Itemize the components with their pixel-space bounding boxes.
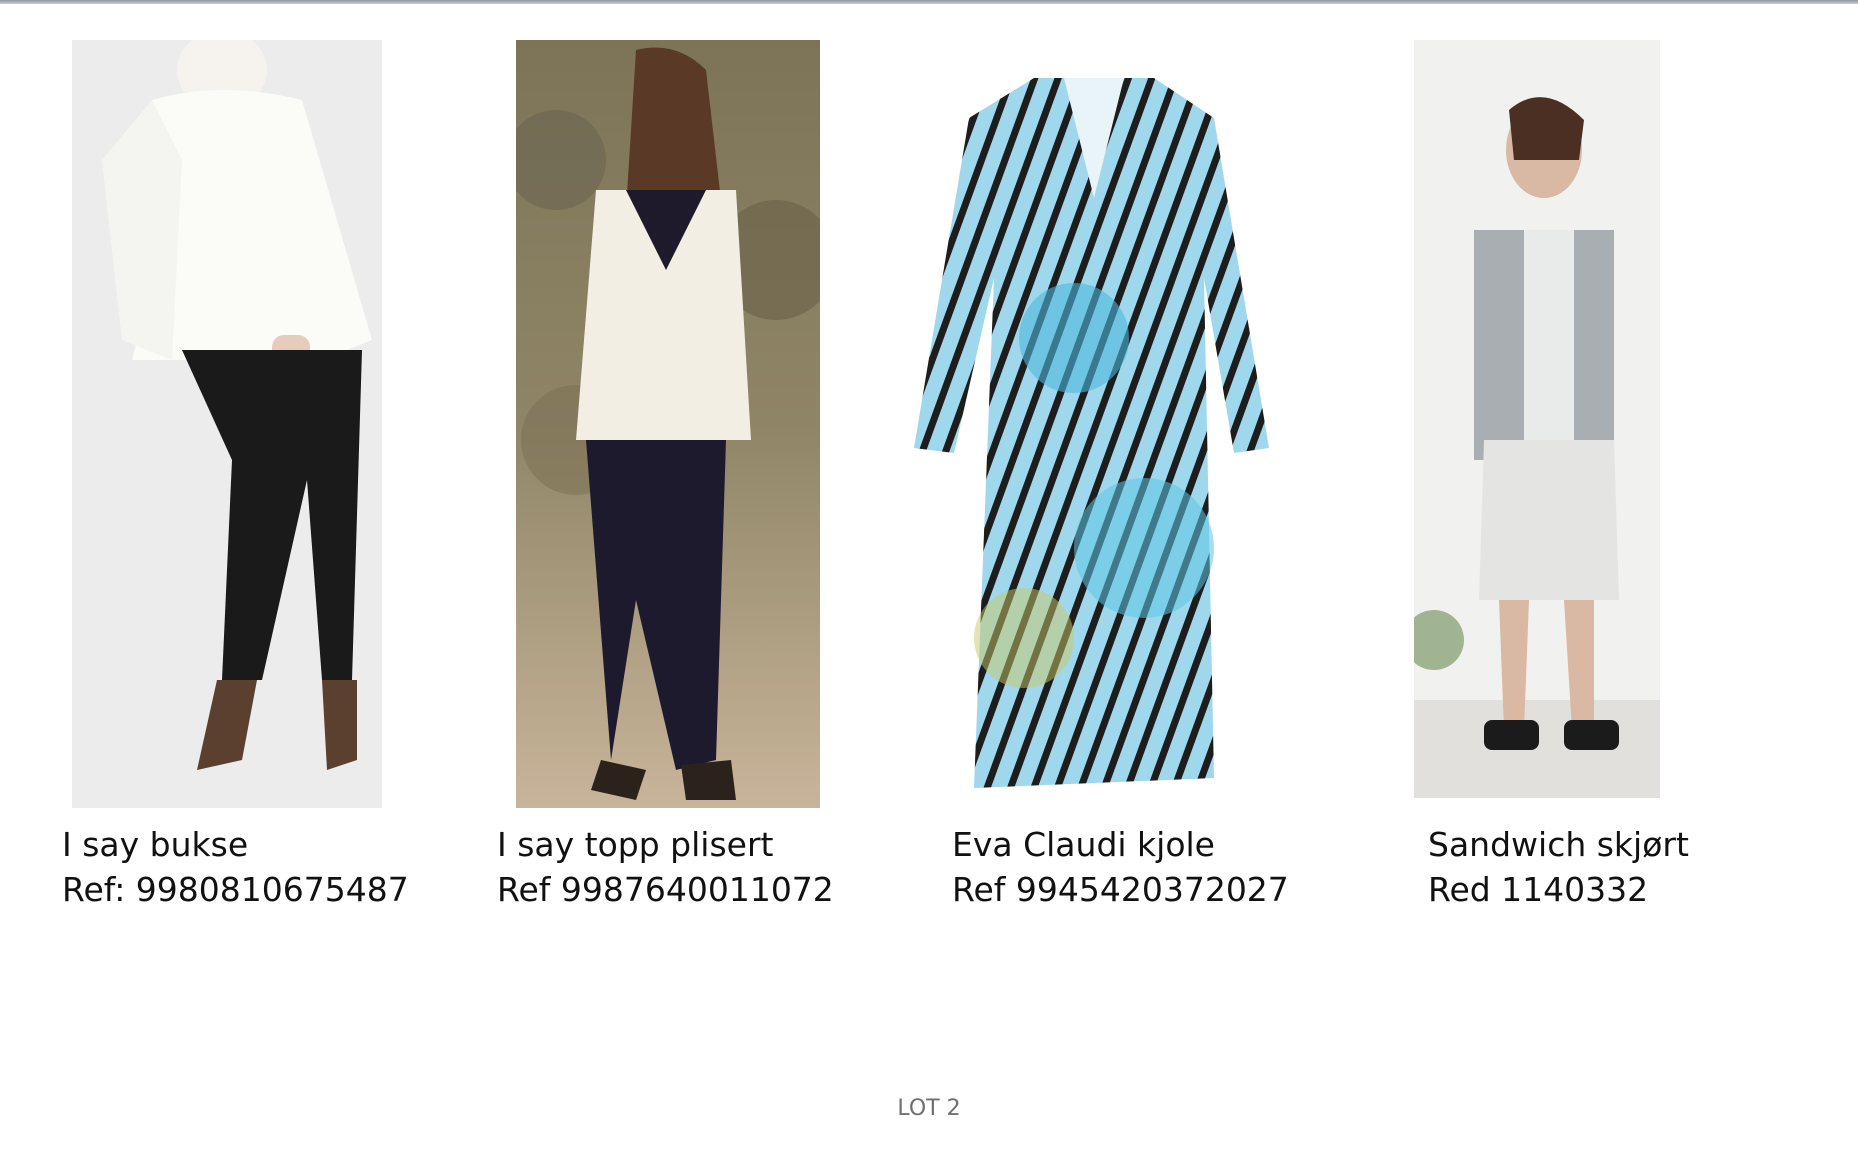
- product-ref: Ref 9987640011072: [497, 870, 834, 909]
- product-ref: Ref 9945420372027: [952, 870, 1289, 909]
- product-ref: Red 1140332: [1428, 870, 1649, 909]
- product-photo-2: [516, 40, 820, 808]
- product-photo-1: [72, 40, 382, 808]
- product-photo-3: [914, 78, 1272, 798]
- product-name: Eva Claudi kjole: [952, 825, 1215, 864]
- window-top-edge: [0, 0, 1858, 4]
- product-name: I say bukse: [62, 825, 249, 864]
- product-caption-3: Eva Claudi kjole Ref 9945420372027: [952, 822, 1289, 912]
- product-caption-2: I say topp plisert Ref 9987640011072: [497, 822, 834, 912]
- product-ref: Ref: 9980810675487: [62, 870, 409, 909]
- product-name: I say topp plisert: [497, 825, 774, 864]
- product-photo-4: [1414, 40, 1660, 798]
- product-caption-1: I say bukse Ref: 9980810675487: [62, 822, 409, 912]
- product-caption-4: Sandwich skjørt Red 1140332: [1428, 822, 1689, 912]
- page-footer-label: LOT 2: [897, 1096, 961, 1121]
- product-name: Sandwich skjørt: [1428, 825, 1689, 864]
